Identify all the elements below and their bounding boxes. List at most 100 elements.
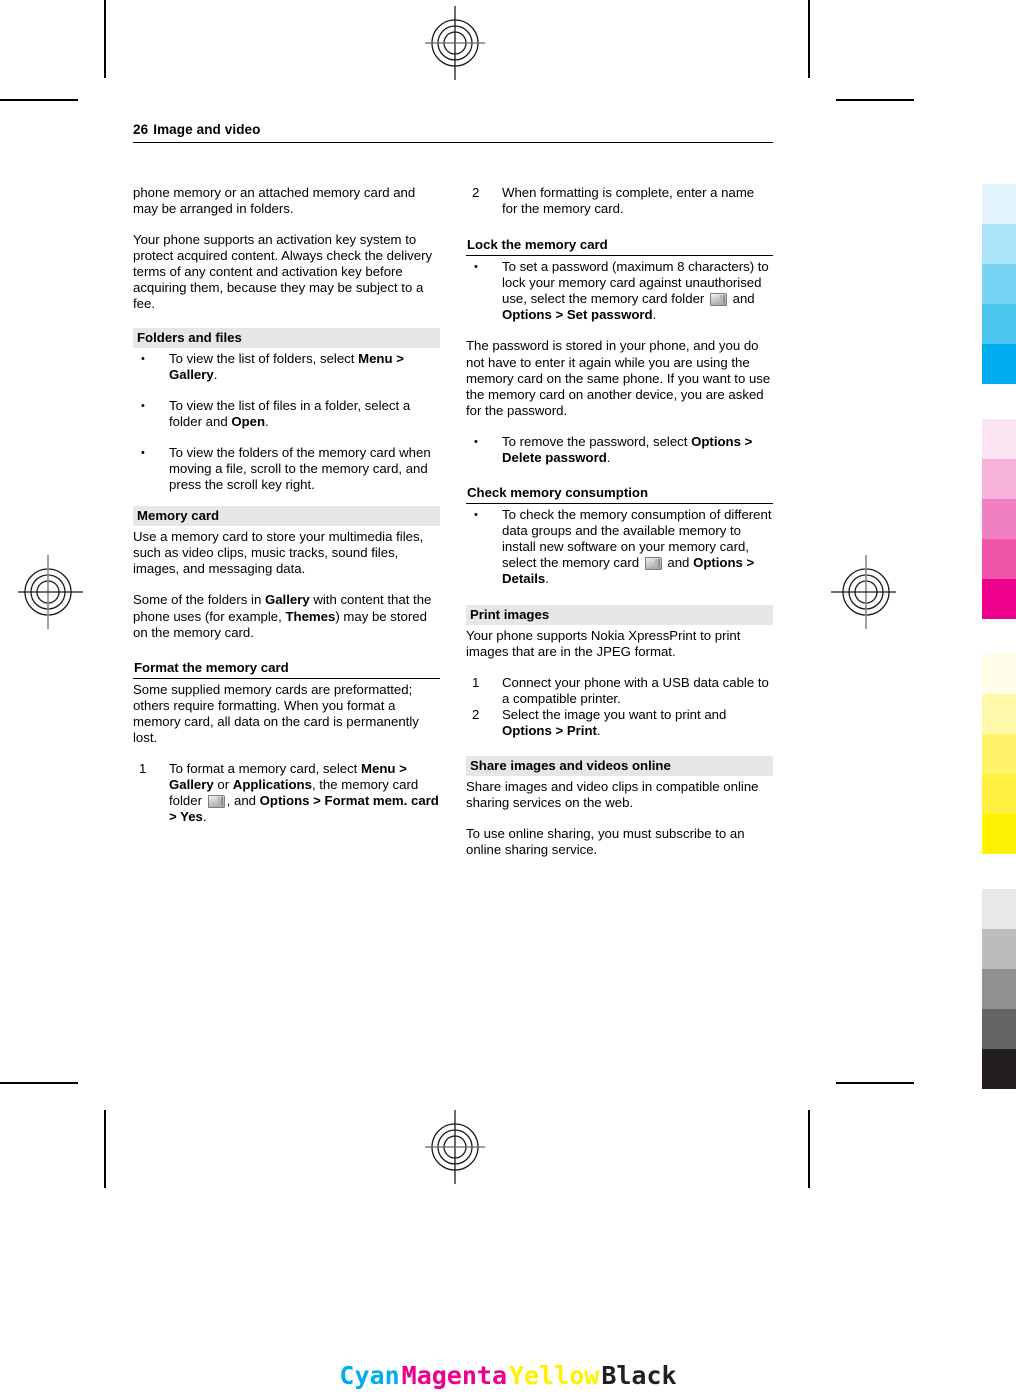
memory-card-folder-icon [644,556,662,571]
color-group-magenta [982,419,1016,619]
ui-term: Set password [566,307,653,323]
text: Connect your phone with a USB data cable… [502,674,769,706]
swatch-black-5 [982,1049,1016,1089]
list-item: 1 Connect your phone with a USB data cabl… [466,675,773,707]
crop-mark-bottom-left-vertical [104,1110,106,1188]
ui-term: Options [502,307,552,323]
crop-mark-bottom-right-horizontal [836,1082,914,1084]
paragraph-print-images: Your phone supports Nokia XpressPrint to… [466,627,741,659]
text: . [545,571,549,587]
crop-mark-top-left-vertical [104,0,106,78]
page-content: 26 Image and video phone memory or an att… [133,122,773,858]
text: , and [226,793,260,809]
ui-term: Applications [232,777,312,793]
ui-term: Open [231,413,266,429]
bullet-marker: • [141,352,145,365]
swatch-yellow-5 [982,814,1016,854]
list-item: • To view the list of folders, select Men… [133,351,440,383]
color-group-black [982,889,1016,1089]
text: Select the image you want to print and [502,706,727,722]
list-format-steps-left: 1 To format a memory card, select Menu > … [133,761,440,825]
separator: > [740,433,753,449]
separator: > [742,555,755,571]
page-header: 26 Image and video [133,122,773,143]
swatch-gap-1 [982,384,1016,419]
paragraph-share-online-1: Share images and video clips in compatib… [466,779,759,811]
ui-term: Yes [180,809,203,825]
text: . [596,723,601,738]
step-number: 1 [472,674,480,690]
color-group-yellow [982,654,1016,854]
text: To view the list of files in a folder, s… [169,397,411,429]
registration-mark-bottom [425,1110,485,1184]
heading-folders-and-files: Folders and files [133,327,440,348]
ui-term: Options [693,555,743,571]
swatch-magenta-1 [982,419,1016,459]
list-item: • To remove the password, select Options … [466,434,773,466]
page-title: Image and video [153,122,261,137]
crop-mark-bottom-left-horizontal [0,1082,78,1084]
ui-term: Format mem. card [324,793,439,809]
heading-print-images: Print images [466,604,773,625]
step-number: 2 [472,706,480,722]
swatch-gap-2 [982,619,1016,654]
ui-term: Delete password [502,449,607,465]
swatch-cyan-5 [982,344,1016,384]
step-number: 1 [139,761,147,777]
color-group-cyan [982,184,1016,384]
registration-mark-left [18,555,83,629]
section-check-memory-consumption: Check memory consumption • To check the m… [466,484,773,587]
list-check-memory-consumption: • To check the memory consumption of diff… [466,507,773,587]
section-format-the-memory-card: Format the memory card Some supplied mem… [133,659,440,826]
color-calibration-strip [982,184,1016,1089]
swatch-gap-3 [982,854,1016,889]
paragraph-intro-1: phone memory or an attached memory card … [133,184,416,216]
list-print-steps: 1 Connect your phone with a USB data cabl… [466,675,773,739]
swatch-cyan-1 [982,184,1016,224]
swatch-magenta-5 [982,579,1016,619]
swatch-black-3 [982,969,1016,1009]
text: . [265,413,269,429]
list-remove-password: • To remove the password, select Options … [466,434,773,466]
registration-mark-right [831,555,896,629]
crop-mark-bottom-right-vertical [808,1110,810,1188]
ui-term: Menu [358,350,393,366]
separator: > [395,761,407,777]
ui-term: Gallery [264,592,310,608]
crop-mark-top-right-horizontal [836,99,914,101]
text: or [213,777,233,793]
text: . [652,307,657,323]
cmyk-label-yellow: Yellow [509,1361,600,1390]
cmyk-label: CyanMagentaYellowBlack [0,1361,1016,1390]
separator: > [169,809,181,825]
ui-term: Menu [361,761,396,777]
ui-term: Options [691,433,741,449]
text: When formatting is complete, enter a nam… [502,184,755,216]
cmyk-label-cyan: Cyan [339,1361,400,1390]
ui-term: Details [502,571,546,587]
ui-term: Options [259,793,310,809]
section-print-images: Print images Your phone supports Nokia X… [466,604,773,740]
bullet-marker: • [141,446,145,459]
swatch-cyan-3 [982,264,1016,304]
paragraph-password-storage: The password is stored in your phone, an… [466,338,771,418]
section-folders-and-files: Folders and files • To view the list of f… [133,327,440,494]
crop-mark-top-right-vertical [808,0,810,78]
heading-lock-the-memory-card: Lock the memory card [466,236,773,257]
text: To remove the password, select [502,433,692,449]
swatch-yellow-4 [982,774,1016,814]
text: and [728,291,755,307]
swatch-yellow-3 [982,734,1016,774]
memory-card-folder-icon [207,794,225,809]
paragraph-share-online-2: To use online sharing, you must subscrib… [466,826,745,858]
ui-term: Gallery [169,777,214,793]
bullet-marker: • [474,435,478,448]
section-share-images-and-videos-online: Share images and videos online Share ima… [466,756,773,858]
ui-term: Gallery [169,366,214,382]
crop-mark-top-left-horizontal [0,99,78,101]
paragraph-memory-card-1: Use a memory card to store your multimed… [133,529,424,577]
paragraph-memory-card-2: Some of the folders in Gallery with cont… [133,592,440,640]
text: and [663,555,694,571]
list-lock-memory-card: • To set a password (maximum 8 characters… [466,259,773,323]
section-memory-card: Memory card Use a memory card to store y… [133,506,440,641]
